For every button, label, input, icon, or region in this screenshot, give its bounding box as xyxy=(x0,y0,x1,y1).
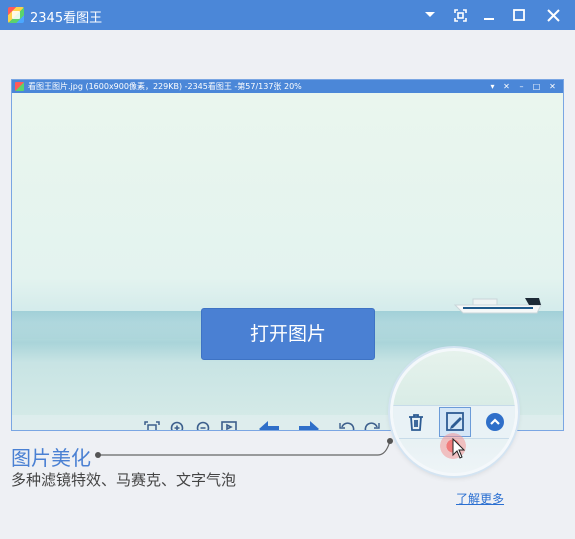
zoom-in-icon[interactable] xyxy=(168,419,188,431)
slideshow-icon[interactable] xyxy=(219,419,239,431)
preview-maximize-button[interactable]: □ xyxy=(530,80,543,93)
zoom-out-icon[interactable] xyxy=(194,419,214,431)
magnifier-callout xyxy=(390,348,518,476)
preview-close-button[interactable]: ✕ xyxy=(546,80,559,93)
fullscreen-button[interactable] xyxy=(445,0,475,30)
mouse-cursor-icon xyxy=(452,438,466,459)
title-bar: 2345看图王 xyxy=(0,0,575,30)
rotate-left-label: 90 xyxy=(340,430,348,431)
fullscreen-icon xyxy=(453,8,467,22)
maximize-button[interactable] xyxy=(504,0,534,30)
close-button[interactable] xyxy=(538,0,568,30)
minimize-button[interactable] xyxy=(474,0,504,30)
chevron-up-icon[interactable] xyxy=(485,412,505,432)
close-icon xyxy=(546,8,560,22)
maximize-icon xyxy=(513,9,525,21)
preview-title-bar: 看图王图片.jpg (1600x900像素，229KB) -2345看图王 -第… xyxy=(12,80,563,93)
learn-more-link[interactable]: 了解更多 xyxy=(456,490,504,507)
fit-icon[interactable] xyxy=(142,419,162,431)
preview-minimize-button[interactable]: – xyxy=(515,80,528,93)
next-arrow-icon[interactable] xyxy=(297,419,321,431)
app-title: 2345看图王 xyxy=(30,11,103,26)
preview-window-title: 看图王图片.jpg (1600x900像素，229KB) -2345看图王 -第… xyxy=(28,82,302,91)
preview-fullscreen-button[interactable]: ✕ xyxy=(500,80,513,93)
menu-dropdown-button[interactable] xyxy=(415,0,445,30)
trash-icon[interactable] xyxy=(405,411,427,433)
boat-image xyxy=(453,298,542,314)
preview-logo-icon xyxy=(15,82,24,91)
app-logo-icon xyxy=(8,7,24,23)
edit-icon xyxy=(446,412,464,431)
open-image-button[interactable]: 打开图片 xyxy=(201,308,375,360)
feature-description: 多种滤镜特效、马赛克、文字气泡 xyxy=(11,471,237,489)
feature-title: 图片美化 xyxy=(11,446,91,470)
rotate-left-button[interactable]: 90 xyxy=(337,419,357,431)
rotate-right-label: 90 xyxy=(365,430,373,431)
preview-dropdown-button[interactable]: ▾ xyxy=(486,80,499,93)
prev-arrow-icon[interactable] xyxy=(257,419,281,431)
chevron-down-icon xyxy=(425,12,435,17)
rotate-right-button[interactable]: 90 xyxy=(362,419,382,431)
minimize-icon xyxy=(484,18,494,20)
